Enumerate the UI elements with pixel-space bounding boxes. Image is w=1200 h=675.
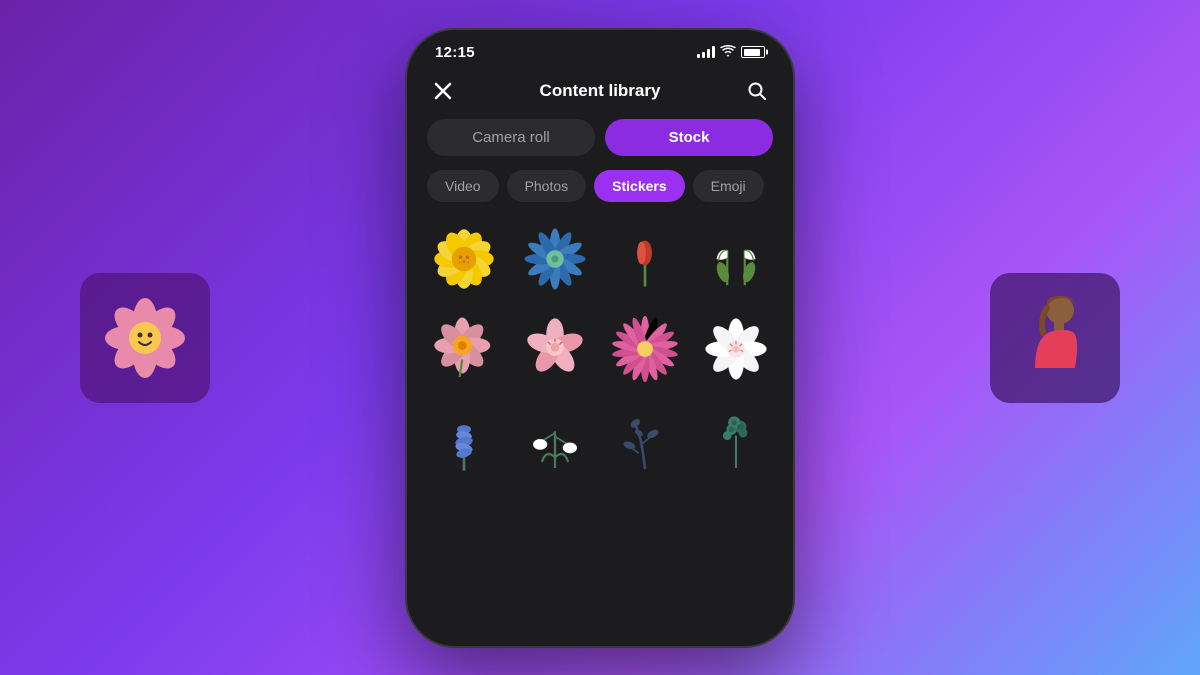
battery-icon (741, 46, 765, 58)
status-time: 12:15 (435, 44, 475, 61)
signal-icon (697, 46, 715, 58)
sticker-grid (407, 218, 793, 646)
main-tab-bar: Camera roll Stock (407, 119, 793, 170)
sticker-yellow-flower[interactable] (423, 218, 506, 301)
sticker-pink-daisy[interactable] (604, 308, 687, 391)
tab-camera-roll[interactable]: Camera roll (427, 119, 595, 156)
bg-card-left (80, 273, 210, 403)
sticker-dark-branch[interactable] (604, 399, 687, 482)
person-illustration-right (1015, 288, 1095, 388)
sticker-blue-star-flower[interactable] (514, 218, 597, 301)
tab-emoji[interactable]: Emoji (693, 170, 764, 202)
sticker-snowdrop2[interactable] (514, 399, 597, 482)
sticker-blue-spike[interactable] (423, 399, 506, 482)
flower-illustration-left (100, 293, 190, 383)
sub-tab-bar: Video Photos Stickers Emoji (407, 170, 793, 218)
search-button[interactable] (741, 75, 773, 107)
bg-card-right (990, 273, 1120, 403)
tab-stickers[interactable]: Stickers (594, 170, 684, 202)
page-title: Content library (540, 81, 661, 101)
sticker-red-tulip[interactable] (604, 218, 687, 301)
status-bar: 12:15 (407, 30, 793, 67)
wifi-icon (720, 45, 736, 60)
content-library-header: Content library (407, 67, 793, 119)
sticker-white-flower[interactable] (695, 308, 778, 391)
sticker-teal-plant[interactable] (695, 399, 778, 482)
sticker-pink-blossom[interactable] (514, 308, 597, 391)
sticker-snowdrop[interactable] (695, 218, 778, 301)
tab-stock[interactable]: Stock (605, 119, 773, 156)
phone-frame: 12:15 (405, 28, 795, 648)
tab-photos[interactable]: Photos (507, 170, 587, 202)
status-icons (697, 45, 765, 60)
tab-video[interactable]: Video (427, 170, 499, 202)
close-button[interactable] (427, 75, 459, 107)
sticker-pink-wildflower[interactable] (423, 308, 506, 391)
